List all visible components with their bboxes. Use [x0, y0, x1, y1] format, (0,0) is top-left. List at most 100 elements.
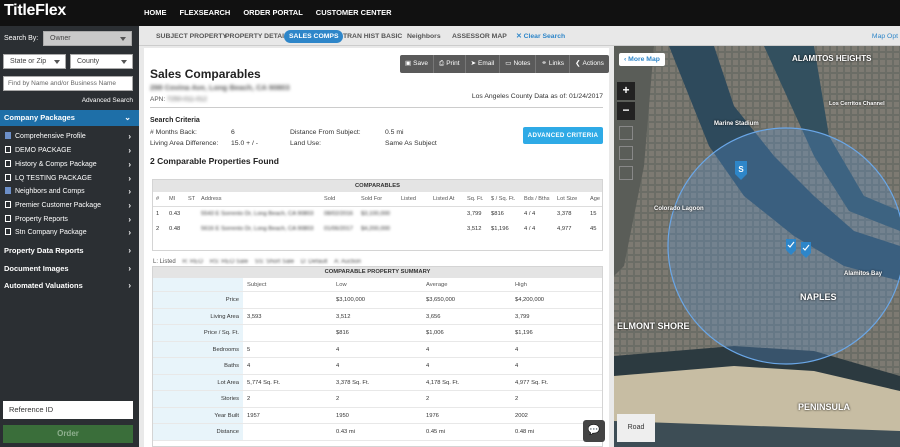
- email-button[interactable]: ➤ Email: [466, 55, 501, 73]
- chevron-right-icon: ›: [128, 228, 131, 237]
- layers-icon[interactable]: [619, 126, 633, 140]
- tab-neighbors[interactable]: Neighbors: [407, 30, 441, 43]
- chevron-right-icon: ›: [128, 174, 131, 183]
- average-value: 4: [426, 363, 430, 369]
- table-row[interactable]: 2 0.48 5616 E Sorrento Dr, Long Beach, C…: [153, 222, 602, 237]
- box-icon: [5, 201, 11, 208]
- titleflex-logo[interactable]: TitleFlex: [4, 2, 66, 20]
- print-button[interactable]: ⎙ Print: [434, 55, 466, 73]
- zoom-out-button[interactable]: −: [617, 102, 635, 120]
- comp-beds-baths: 4 / 4: [524, 211, 536, 217]
- section-label: Property Data Reports: [4, 246, 84, 255]
- section-label: Automated Valuations: [4, 281, 83, 290]
- report-panel: Sales Comparables 298 Covina Ave, Long B…: [144, 48, 609, 447]
- name-search-input[interactable]: Find by Name and/or Business Name: [3, 76, 133, 91]
- package-item-history-comps[interactable]: History & Comps Package ›: [5, 158, 135, 171]
- aerial-map[interactable]: S ‹ More Map + − ALAMITOS HEIGHTS ELMONT…: [614, 46, 900, 447]
- order-button[interactable]: Order: [3, 425, 133, 443]
- summary-row-baths: Baths 4 4 4 4: [153, 358, 602, 375]
- nav-flexsearch[interactable]: FLEXSEARCH: [180, 0, 231, 26]
- more-map-button[interactable]: ‹ More Map: [619, 53, 665, 66]
- comp-address[interactable]: 5616 E Sorrento Dr, Long Beach, CA 90803: [201, 222, 313, 237]
- pencil-icon[interactable]: [619, 146, 633, 160]
- comp-address[interactable]: 5543 E Sorrento Dr, Long Beach, CA 90803: [201, 207, 313, 222]
- land-use-value: Same As Subject: [385, 140, 437, 147]
- row-label: Living Area: [153, 308, 243, 324]
- reference-id-input[interactable]: Reference ID: [3, 401, 133, 419]
- notes-button[interactable]: ▭ Notes: [500, 55, 537, 73]
- column-header[interactable]: Sold: [324, 192, 335, 207]
- nav-customer-center[interactable]: CUSTOMER CENTER: [316, 0, 392, 26]
- package-item-neighbors-comps[interactable]: Neighbors and Comps ›: [5, 185, 135, 198]
- section-automated-valuations[interactable]: Automated Valuations ›: [0, 278, 139, 294]
- section-property-data-reports[interactable]: Property Data Reports ›: [0, 243, 139, 259]
- company-packages-label: Company Packages: [4, 113, 75, 122]
- document-icon: [5, 187, 11, 194]
- chat-button[interactable]: 💬: [583, 420, 605, 442]
- column-header[interactable]: Listed At: [433, 192, 454, 207]
- row-label: Price: [153, 292, 243, 308]
- chevron-right-icon: ›: [128, 146, 131, 155]
- package-label: History & Comps Package: [15, 161, 97, 168]
- tab-tran-hist-basic[interactable]: TRAN HIST BASIC: [343, 30, 402, 43]
- column-header[interactable]: Sold For: [361, 192, 382, 207]
- column-header[interactable]: Lot Size: [557, 192, 577, 207]
- column-header[interactable]: $ / Sq. Ft.: [491, 192, 515, 207]
- clear-search-link[interactable]: ✕ Clear Search: [516, 30, 565, 43]
- close-icon: ✕: [516, 33, 524, 40]
- link-icon: ⚭: [541, 60, 547, 67]
- tab-assessor-map[interactable]: ASSESSOR MAP: [452, 30, 507, 43]
- chevron-down-icon: [54, 60, 60, 64]
- measure-icon[interactable]: [619, 166, 633, 180]
- column-header[interactable]: Address: [201, 192, 222, 207]
- column-header[interactable]: Age: [590, 192, 600, 207]
- zoom-in-button[interactable]: +: [617, 82, 635, 100]
- column-header[interactable]: ST: [188, 192, 195, 207]
- road-view-button[interactable]: Road: [617, 414, 655, 442]
- living-area-value: 15.0 + / -: [231, 140, 259, 147]
- package-item-stn-company[interactable]: Stn Company Package ›: [5, 226, 135, 239]
- comp-sold-date: 01/06/2017: [324, 226, 354, 232]
- table-header-row: # MI ST Address Sold Sold For Listed Lis…: [153, 192, 602, 207]
- tab-property-detail[interactable]: PROPERTY DETAIL: [225, 30, 288, 43]
- search-radius: [667, 127, 900, 365]
- search-by-select[interactable]: Owner: [43, 31, 132, 46]
- package-item-lq-testing[interactable]: LQ TESTING PACKAGE ›: [5, 172, 135, 185]
- package-label: Property Reports: [15, 216, 68, 223]
- tab-sales-comps[interactable]: SALES COMPS: [284, 30, 344, 43]
- column-header[interactable]: Sq. Ft.: [467, 192, 483, 207]
- section-document-images[interactable]: Document Images ›: [0, 261, 139, 277]
- nav-home[interactable]: HOME: [144, 0, 167, 26]
- package-item-demo-package[interactable]: DEMO PACKAGE ›: [5, 144, 135, 157]
- print-icon: ⎙: [438, 60, 445, 67]
- chat-bubble-icon: 💬: [587, 425, 601, 436]
- links-button[interactable]: ⚭ Links: [536, 55, 571, 73]
- save-button[interactable]: ▣ Save: [400, 55, 434, 73]
- divider: [150, 107, 603, 108]
- advanced-search-link[interactable]: Advanced Search: [82, 97, 133, 104]
- column-header[interactable]: MI: [169, 192, 175, 207]
- package-item-premier-customer[interactable]: Premier Customer Package ›: [5, 199, 135, 212]
- high-value: 4,977 Sq. Ft.: [515, 379, 549, 386]
- column-header[interactable]: #: [156, 192, 159, 207]
- comp-price-per-sqft: $1,196: [491, 226, 509, 232]
- average-value: 4: [426, 346, 430, 353]
- summary-row-living-area: Living Area 3,593 3,512 3,656 3,799: [153, 308, 602, 325]
- company-packages-header[interactable]: Company Packages ⌄: [0, 110, 139, 126]
- notes-label: Notes: [513, 60, 531, 67]
- column-header[interactable]: Listed: [401, 192, 416, 207]
- tab-subject-property[interactable]: SUBJECT PROPERTY: [156, 30, 227, 43]
- map-options-link[interactable]: Map Opt: [872, 30, 898, 43]
- actions-button[interactable]: ❮ Actions: [570, 55, 609, 73]
- column-header[interactable]: Bds / Bths: [524, 192, 550, 207]
- chevron-right-icon: ›: [128, 160, 131, 169]
- county-select[interactable]: County: [70, 54, 133, 69]
- package-item-property-reports[interactable]: Property Reports ›: [5, 213, 135, 226]
- table-row[interactable]: 1 0.43 5543 E Sorrento Dr, Long Beach, C…: [153, 207, 602, 222]
- average-value: $1,006: [426, 330, 444, 336]
- state-zip-select[interactable]: State or Zip: [3, 54, 66, 69]
- advanced-criteria-button[interactable]: ADVANCED CRITERIA: [523, 127, 603, 144]
- package-item-comprehensive-profile[interactable]: Comprehensive Profile ›: [5, 130, 135, 143]
- nav-order-portal[interactable]: ORDER PORTAL: [243, 0, 302, 26]
- comparables-title: COMPARABLES: [153, 180, 602, 192]
